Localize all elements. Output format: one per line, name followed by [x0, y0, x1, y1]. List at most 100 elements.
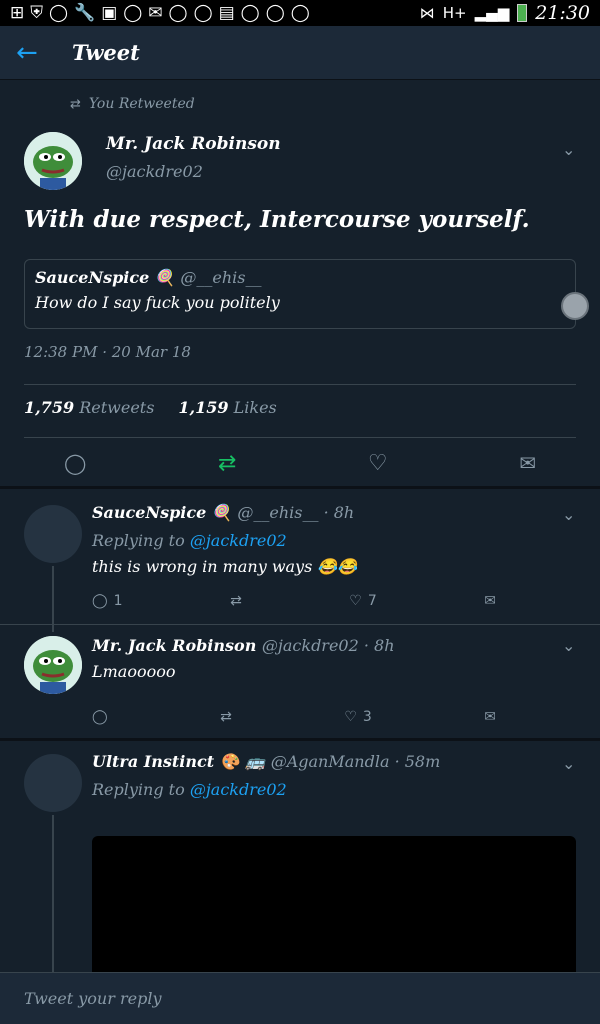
chevron-down-icon[interactable]: ⌄	[562, 505, 575, 524]
retweet-icon: ⇄	[220, 709, 232, 725]
reply-author-meta: @jackdre02 · 8h	[261, 636, 395, 655]
like-icon: ♡	[349, 593, 362, 609]
like-count: 3	[362, 709, 372, 725]
reply-author-name: SauceNspice 🍭	[92, 503, 232, 522]
clock: 21:30	[535, 2, 590, 24]
tweet-timestamp: 12:38 PM · 20 Mar 18	[24, 343, 191, 361]
pepe-avatar-image	[24, 636, 82, 694]
arrow-left-icon[interactable]: ←	[16, 38, 56, 68]
reply-icon: ◯	[92, 593, 108, 609]
retweet-icon: ⇄	[230, 593, 242, 609]
avatar[interactable]	[24, 505, 82, 563]
scroll-handle[interactable]	[561, 292, 589, 320]
reply-actions: ◯ ⇄ ♡ 3 ✉	[92, 706, 496, 728]
engagement-counts: 1,759 Retweets 1,159 Likes	[24, 398, 277, 417]
avatar[interactable]	[24, 754, 82, 812]
divider	[24, 384, 576, 385]
quoted-author-handle: @__ehis__	[180, 268, 262, 287]
like-button[interactable]: ♡ 3	[344, 709, 371, 725]
replying-to: Replying to @jackdre02	[92, 531, 287, 550]
replying-to-label: Replying to	[92, 531, 185, 550]
retweet-icon[interactable]: ⇄	[218, 451, 236, 476]
replying-to-label: Replying to	[92, 780, 185, 799]
facebook-icon: ▤	[218, 3, 235, 23]
retweet-button[interactable]: ⇄	[230, 593, 242, 609]
reply-author[interactable]: Ultra Instinct 🎨 🚌 @AganMandla · 58m	[92, 752, 440, 771]
wrench-icon: 🔧	[74, 3, 96, 23]
thread-line	[52, 566, 54, 632]
retweet-icon: ⇄	[70, 96, 81, 112]
message-icon[interactable]: ✉	[519, 451, 536, 475]
circle-icon: ◯	[240, 3, 260, 23]
quoted-tweet[interactable]: SauceNspice 🍭 @__ehis__ How do I say fuc…	[24, 259, 576, 329]
likes-label: Likes	[233, 398, 277, 417]
reply-text: Lmaooooo	[92, 662, 176, 681]
tweet-actions: ◯ ⇄ ♡ ✉	[64, 450, 536, 476]
media-preview[interactable]	[92, 836, 576, 976]
network-type: H+	[442, 4, 467, 22]
top-bar: ← Tweet	[0, 26, 600, 80]
like-button[interactable]: ♡ 7	[349, 593, 376, 609]
chevron-down-icon[interactable]: ⌄	[562, 636, 575, 655]
author-name[interactable]: Mr. Jack Robinson	[106, 134, 281, 154]
avatar[interactable]	[24, 636, 82, 694]
message-icon[interactable]: ✉	[484, 593, 496, 609]
chevron-down-icon[interactable]: ⌄	[562, 754, 575, 773]
thread-line	[52, 815, 54, 972]
battery-icon	[517, 4, 528, 22]
replying-to: Replying to @jackdre02	[92, 780, 287, 799]
quoted-author-name: SauceNspice 🍭	[35, 268, 175, 287]
likes-count[interactable]: 1,159 Likes	[178, 398, 276, 417]
add-icon: ⊞	[10, 3, 25, 23]
signal-icon: ▂▄▆	[474, 4, 510, 22]
reply-author[interactable]: Mr. Jack Robinson @jackdre02 · 8h	[92, 636, 395, 655]
like-icon: ♡	[344, 709, 357, 725]
reply-button[interactable]: ◯	[92, 709, 108, 725]
retweets-label: Retweets	[79, 398, 155, 417]
replying-to-handle[interactable]: @jackdre02	[190, 531, 287, 550]
divider	[0, 738, 600, 741]
reply-input-placeholder: Tweet your reply	[24, 989, 162, 1008]
circle-icon: ◯	[290, 3, 310, 23]
chevron-down-icon[interactable]: ⌄	[562, 140, 575, 159]
reply-text: this is wrong in many ways 😂😂	[92, 557, 358, 576]
notification-icons: ⊞ ⛨ ◯ 🔧 ▣ ◯ ✉ ◯ ◯ ▤ ◯ ◯ ◯	[10, 3, 310, 23]
status-bar: ⊞ ⛨ ◯ 🔧 ▣ ◯ ✉ ◯ ◯ ▤ ◯ ◯ ◯ ⋈ H+ ▂▄▆ 21:30	[0, 0, 600, 26]
reply-author-name: Ultra Instinct 🎨 🚌	[92, 752, 266, 771]
replying-to-handle[interactable]: @jackdre02	[190, 780, 287, 799]
reply-count: 1	[113, 593, 123, 609]
like-icon[interactable]: ♡	[368, 451, 388, 476]
reply-icon[interactable]: ◯	[64, 451, 86, 475]
shield-icon: ⛨	[30, 3, 43, 23]
retweet-context: ⇄ You Retweeted	[70, 96, 195, 112]
reply-author[interactable]: SauceNspice 🍭 @__ehis__ · 8h	[92, 503, 354, 522]
avatar[interactable]	[24, 132, 82, 190]
divider	[24, 437, 576, 438]
author-handle[interactable]: @jackdre02	[106, 162, 203, 181]
reply-composer[interactable]: Tweet your reply	[0, 972, 600, 1024]
circle-icon: ◯	[123, 3, 143, 23]
like-count: 7	[367, 593, 377, 609]
reply-author-meta: @__ehis__ · 8h	[237, 503, 355, 522]
reply-button[interactable]: ◯ 1	[92, 593, 123, 609]
reply-author-meta: @AganMandla · 58m	[270, 752, 441, 771]
tweet-text: With due respect, Intercourse yourself.	[24, 206, 530, 233]
retweet-button[interactable]: ⇄	[220, 709, 232, 725]
retweets-number: 1,759	[24, 398, 75, 417]
circle-icon: ◯	[168, 3, 188, 23]
likes-number: 1,159	[178, 398, 229, 417]
quoted-author: SauceNspice 🍭 @__ehis__	[35, 268, 565, 287]
divider	[0, 624, 600, 625]
circle-icon: ◯	[265, 3, 285, 23]
reply-actions: ◯ 1 ⇄ ♡ 7 ✉	[92, 590, 496, 612]
quoted-text: How do I say fuck you politely	[35, 293, 280, 312]
whatsapp-icon: ◯	[49, 3, 69, 23]
message-icon[interactable]: ✉	[484, 709, 496, 725]
retweets-count[interactable]: 1,759 Retweets	[24, 398, 154, 417]
circle-icon: ◯	[193, 3, 213, 23]
page-title: Tweet	[72, 40, 140, 65]
retweet-context-label: You Retweeted	[88, 96, 195, 112]
mail-icon: ✉	[148, 3, 163, 23]
reply-icon: ◯	[92, 709, 108, 725]
reply-author-name: Mr. Jack Robinson	[92, 636, 257, 655]
